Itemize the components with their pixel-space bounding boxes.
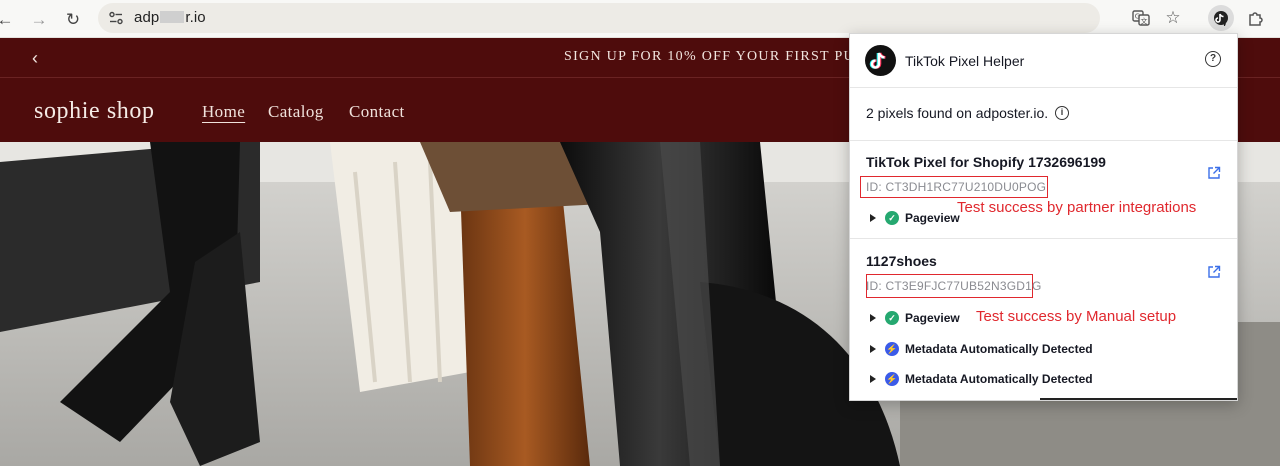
url-redaction — [160, 11, 185, 23]
popup-title: TikTok Pixel Helper — [905, 53, 1025, 69]
url-suffix: r.io — [185, 9, 206, 26]
lightning-icon: ⚡ — [885, 372, 899, 386]
expand-caret-icon[interactable] — [870, 345, 876, 353]
event-row[interactable]: ⚡ Metadata Automatically Detected — [870, 340, 1093, 358]
annotation-note: Test success by Manual setup — [976, 308, 1177, 325]
svg-text:文: 文 — [1141, 17, 1148, 26]
external-link-icon[interactable] — [1207, 265, 1221, 279]
expand-caret-icon[interactable] — [870, 314, 876, 322]
site-logo[interactable]: sophie shop — [34, 98, 155, 125]
event-label: Metadata Automatically Detected — [905, 342, 1093, 356]
scrollbar[interactable] — [1040, 398, 1237, 400]
tiktok-pixel-helper-popup: TikTok Pixel Helper ? 2 pixels found on … — [849, 33, 1238, 401]
event-label: Metadata Automatically Detected — [905, 372, 1093, 386]
svg-text:G: G — [1135, 13, 1140, 21]
info-icon[interactable]: i — [1055, 106, 1069, 120]
event-row[interactable]: ✓ Pageview — [870, 209, 960, 227]
event-label: Pageview — [905, 211, 960, 225]
forward-arrow-icon[interactable]: → — [28, 8, 50, 30]
pixel-id: ID: CT3DH1RC77U210DU0POG — [866, 180, 1047, 194]
pixel-name: 1127shoes — [866, 253, 937, 269]
annotation-note: Test success by partner integrations — [957, 199, 1197, 216]
tiktok-logo-icon — [865, 45, 896, 76]
extensions-puzzle-icon[interactable] — [1245, 7, 1267, 29]
event-label: Pageview — [905, 311, 960, 325]
divider — [850, 140, 1237, 141]
expand-caret-icon[interactable] — [870, 375, 876, 383]
translate-icon[interactable]: 文G — [1130, 7, 1152, 29]
event-row[interactable]: ✓ Pageview — [870, 309, 960, 327]
pixels-found-text: 2 pixels found on adposter.io. — [866, 105, 1049, 121]
nav-catalog-link[interactable]: Catalog — [268, 102, 324, 122]
reload-icon[interactable]: ↻ — [62, 8, 84, 30]
extension-badge: 4 — [1221, 18, 1227, 28]
lightning-icon: ⚡ — [885, 342, 899, 356]
pixel-id: ID: CT3E9FJC77UB52N3GD1G — [866, 279, 1042, 293]
bookmark-star-icon[interactable]: ☆ — [1162, 7, 1184, 29]
url-prefix: adp — [134, 9, 160, 26]
divider — [850, 238, 1237, 239]
event-row[interactable]: ⚡ Metadata Automatically Detected — [870, 370, 1093, 388]
site-info-icon[interactable] — [108, 10, 124, 26]
nav-contact-link[interactable]: Contact — [349, 102, 405, 122]
address-bar[interactable]: adp r.io — [98, 3, 1100, 33]
popup-header: TikTok Pixel Helper ? — [850, 34, 1237, 88]
url-text: adp r.io — [134, 9, 206, 26]
external-link-icon[interactable] — [1207, 166, 1221, 180]
nav-home-link[interactable]: Home — [202, 102, 245, 122]
help-icon[interactable]: ? — [1205, 51, 1221, 67]
pixel-name: TikTok Pixel for Shopify 1732696199 — [866, 154, 1106, 170]
chevron-left-icon[interactable]: ‹ — [32, 48, 38, 69]
check-circle-icon: ✓ — [885, 311, 899, 325]
expand-caret-icon[interactable] — [870, 214, 876, 222]
back-arrow-icon[interactable]: ← — [0, 8, 16, 30]
check-circle-icon: ✓ — [885, 211, 899, 225]
